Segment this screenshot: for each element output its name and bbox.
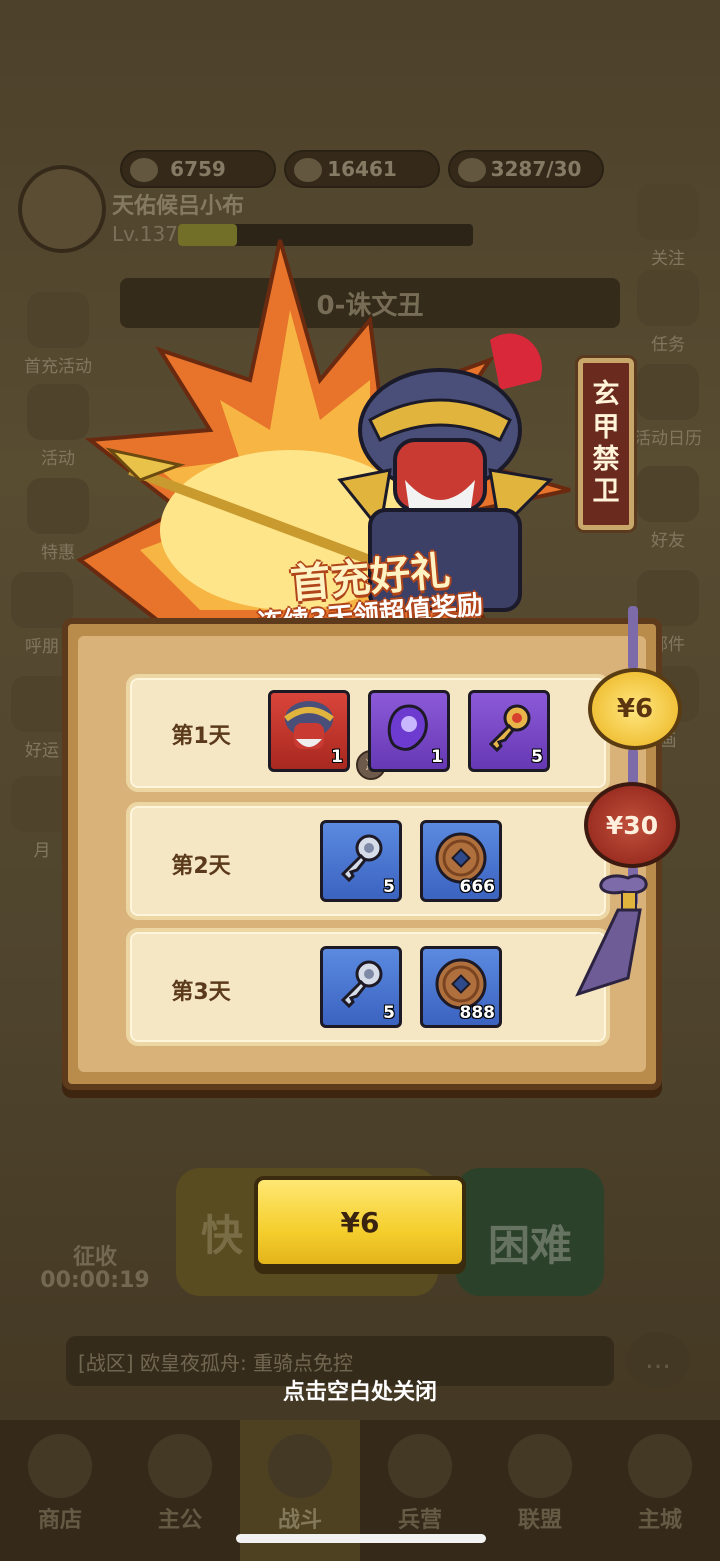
reward-qty: 5 [531, 747, 543, 767]
hero-title-char: 卫 [592, 476, 620, 508]
token-cord [628, 606, 638, 670]
day-label: 第2天 [171, 854, 231, 879]
reward-qty: 666 [459, 877, 496, 897]
hero-title-plate: 玄甲禁卫 [578, 358, 634, 530]
purple-gem-icon [387, 704, 428, 751]
reward-qty: 888 [459, 1003, 496, 1023]
day-row-3: 第3天 5 888 [126, 928, 610, 1046]
day-label: 第3天 [171, 980, 231, 1005]
purchase-label: ¥6 [340, 1205, 380, 1239]
reward-qty: 5 [383, 877, 395, 897]
hero-title: 玄甲禁卫 [593, 379, 620, 509]
silver-key-icon [340, 960, 383, 1009]
home-indicator[interactable] [236, 1534, 486, 1543]
day-row-2: 第2天 5 666 [126, 802, 610, 920]
gold-key-icon [488, 704, 531, 753]
reward-item[interactable]: 666 [420, 820, 502, 902]
token-cord [628, 748, 638, 786]
silver-key-icon [340, 834, 383, 883]
tier-30-label: ¥30 [605, 810, 659, 840]
tassel-icon [575, 874, 648, 997]
tier-30-token[interactable]: ¥30 [584, 782, 680, 868]
reward-item[interactable]: 5 [320, 820, 402, 902]
hero-title-char: 禁 [592, 444, 620, 475]
reward-qty: 1 [331, 747, 343, 767]
close-hint[interactable]: 点击空白处关闭 [0, 1374, 720, 1406]
hero-title-char: 甲 [592, 411, 620, 443]
reward-item[interactable]: 5 [320, 946, 402, 1028]
tier-6-token[interactable]: ¥6 [588, 668, 682, 750]
reward-item[interactable]: 1 [268, 690, 350, 772]
reward-item[interactable]: 1 [368, 690, 450, 772]
day-label: 第1天 [171, 724, 231, 749]
day-row-1: 第1天 1 ⚔ 1 5 [126, 674, 610, 792]
tier-6-label: ¥6 [616, 694, 654, 724]
hero-title-char: 玄 [592, 379, 620, 411]
reward-item[interactable]: 888 [420, 946, 502, 1028]
reward-item[interactable]: 5 [468, 690, 550, 772]
reward-qty: 1 [431, 747, 443, 767]
reward-qty: 5 [383, 1003, 395, 1023]
reward-scroll-panel: 第1天 1 ⚔ 1 5 第2天 5 666 第3天 5 [62, 618, 662, 1090]
purchase-button[interactable]: ¥6 [254, 1176, 466, 1268]
